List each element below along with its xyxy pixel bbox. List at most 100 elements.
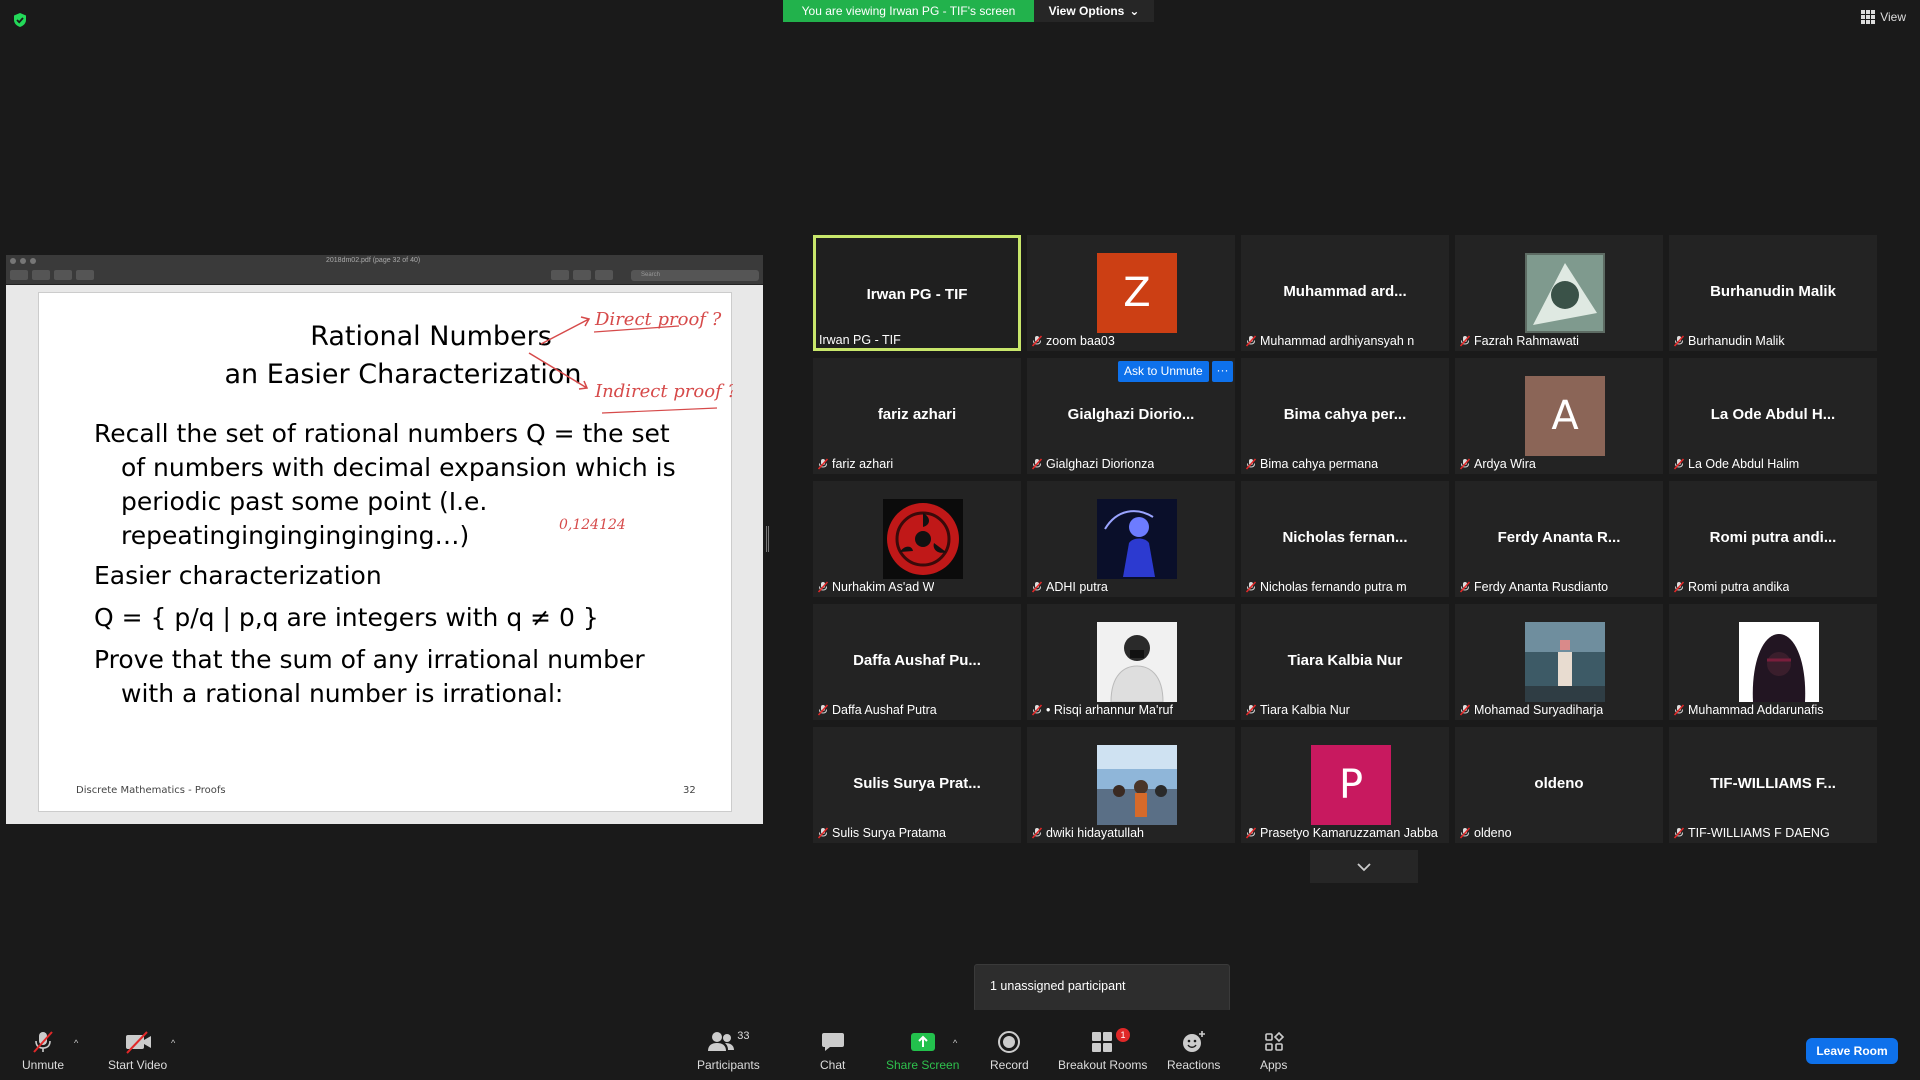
participant-name: fariz azhari [832,457,894,471]
participant-tile[interactable]: La Ode Abdul H... La Ode Abdul Halim [1669,358,1877,474]
participant-photo [1739,622,1819,702]
participant-tile[interactable]: Sulis Surya Prat... Sulis Surya Pratama [813,727,1021,843]
participant-display-name: La Ode Abdul H... [1710,406,1836,423]
microphone-muted-icon [1673,704,1685,716]
participant-tile[interactable]: Tiara Kalbia Nur Tiara Kalbia Nur [1241,604,1449,720]
participant-tile[interactable]: Muhammad Addarunafis [1669,604,1877,720]
reactions-button[interactable]: Reactions [1167,1028,1220,1072]
participant-tile[interactable]: Irwan PG - TIF Irwan PG - TIF [813,235,1021,351]
shared-screen[interactable]: 2018dm02.pdf (page 32 of 40) Search Rati… [6,255,763,824]
participant-name: Burhanudin Malik [1688,334,1785,348]
participant-name-label: oldeno [1459,826,1512,840]
microphone-muted-icon [1673,458,1685,470]
pdf-tools-right [551,270,613,280]
gallery-next-page-button[interactable] [1310,850,1418,883]
participant-name-label: Romi putra andika [1673,580,1789,594]
participant-tile[interactable]: oldeno oldeno [1455,727,1663,843]
microphone-muted-icon [1459,581,1471,593]
participant-tile[interactable]: Nicholas fernan... Nicholas fernando putr… [1241,481,1449,597]
view-button[interactable]: View [1861,10,1906,24]
apps-label: Apps [1260,1058,1288,1072]
pdf-search-field: Search [631,270,759,281]
breakout-rooms-button[interactable]: 1 Breakout Rooms [1058,1028,1147,1072]
share-options-caret[interactable]: ^ [953,1038,957,1048]
participant-name: Ferdy Ananta Rusdianto [1474,580,1609,594]
view-options-button[interactable]: View Options ⌄ [1034,0,1154,22]
participant-name-label: Fazrah Rahmawati [1459,334,1579,348]
participant-name: ADHI putra [1046,580,1108,594]
microphone-muted-icon [1245,581,1257,593]
participant-display-name: Muhammad ard... [1283,283,1407,300]
participant-tile[interactable]: Zzoom baa03 [1027,235,1235,351]
participant-tile[interactable]: TIF-WILLIAMS F... TIF-WILLIAMS F DAENG [1669,727,1877,843]
microphone-muted-icon [1031,335,1043,347]
participant-display-name: Tiara Kalbia Nur [1287,652,1403,669]
split-view-handle[interactable] [766,526,769,552]
apps-button[interactable]: Apps [1260,1028,1287,1072]
participant-name-label: Ferdy Ananta Rusdianto [1459,580,1608,594]
pdf-tools-left [10,270,94,280]
participant-name-label: zoom baa03 [1031,334,1115,348]
participant-tile[interactable]: Burhanudin Malik Burhanudin Malik [1669,235,1877,351]
participant-tile[interactable]: • Risqi arhannur Ma'ruf [1027,604,1235,720]
participant-tile[interactable]: Nurhakim As'ad W [813,481,1021,597]
participant-name-label: ADHI putra [1031,580,1108,594]
share-screen-label: Share Screen [886,1058,960,1072]
handwritten-annotations: Direct proof ? Indirect proof ? 0,124124 [528,309,733,533]
participant-tile[interactable]: ADHI putra [1027,481,1235,597]
participant-name-label: Irwan PG - TIF [819,333,901,347]
participant-tile[interactable]: dwiki hidayatullah [1027,727,1235,843]
participant-name-label: • Risqi arhannur Ma'ruf [1031,703,1173,717]
audio-options-caret[interactable]: ^ [74,1038,78,1048]
participant-tile[interactable]: Daffa Aushaf Pu... Daffa Aushaf Putra [813,604,1021,720]
participant-tile[interactable]: Romi putra andi... Romi putra andika [1669,481,1877,597]
participant-display-name: fariz azhari [877,406,957,423]
participant-display-name: Burhanudin Malik [1710,283,1836,300]
participant-name: dwiki hidayatullah [1046,826,1144,840]
participant-name-label: Tiara Kalbia Nur [1245,703,1350,717]
participant-display-name: Nicholas fernan... [1282,529,1408,546]
participant-name-label: fariz azhari [817,457,893,471]
participant-display-name: TIF-WILLIAMS F... [1710,775,1836,792]
unmute-button[interactable]: Unmute [22,1028,64,1072]
participant-tile[interactable]: Mohamad Suryadiharja [1455,604,1663,720]
video-options-caret[interactable]: ^ [171,1038,175,1048]
microphone-muted-icon [1459,827,1471,839]
participant-name: Sulis Surya Pratama [832,826,946,840]
participant-name: • Risqi arhannur Ma'ruf [1046,703,1173,717]
record-button[interactable]: Record [990,1028,1029,1072]
participant-name: TIF-WILLIAMS F DAENG [1688,826,1830,840]
participant-photo [1097,745,1177,825]
participant-tile[interactable]: A Ardya Wira [1455,358,1663,474]
more-options-button[interactable]: ··· [1212,361,1233,382]
participant-tile[interactable]: Fazrah Rahmawati [1455,235,1663,351]
participants-label: Participants [697,1058,760,1072]
pdf-viewer-toolbar: 2018dm02.pdf (page 32 of 40) Search [6,255,763,285]
participant-tile[interactable]: P Prasetyo Kamaruzzaman Jabba [1241,727,1449,843]
participant-tile[interactable]: fariz azhari fariz azhari [813,358,1021,474]
participant-display-name: Bima cahya per... [1283,406,1407,423]
start-video-label: Start Video [108,1058,168,1072]
participant-tile[interactable]: Ferdy Ananta R... Ferdy Ananta Rusdianto [1455,481,1663,597]
start-video-button[interactable]: Start Video [108,1028,167,1072]
participant-photo [1097,499,1177,579]
microphone-muted-icon [1459,458,1471,470]
participant-display-name: Irwan PG - TIF [866,286,968,303]
participant-name: Muhammad Addarunafis [1688,703,1824,717]
participant-avatar: P [1311,745,1391,825]
grid-view-icon [1861,10,1876,24]
participants-button[interactable]: 33 Participants [697,1028,760,1072]
participant-name-label: Muhammad Addarunafis [1673,703,1824,717]
view-label: View [1880,10,1906,24]
share-screen-button[interactable]: Share Screen [886,1028,959,1072]
ask-to-unmute-button[interactable]: Ask to Unmute [1118,361,1209,382]
leave-room-button[interactable]: Leave Room [1806,1038,1898,1064]
participant-tile[interactable]: Bima cahya per... Bima cahya permana [1241,358,1449,474]
chat-button[interactable]: Chat [820,1028,845,1072]
slide-page: Rational Numbers an Easier Characterizat… [38,292,733,812]
participants-icon [708,1032,735,1051]
participant-name-label: Nurhakim As'ad W [817,580,934,594]
security-shield-icon[interactable] [12,12,28,28]
microphone-muted-icon [817,458,829,470]
participant-tile[interactable]: Muhammad ard... Muhammad ardhiyansyah n [1241,235,1449,351]
